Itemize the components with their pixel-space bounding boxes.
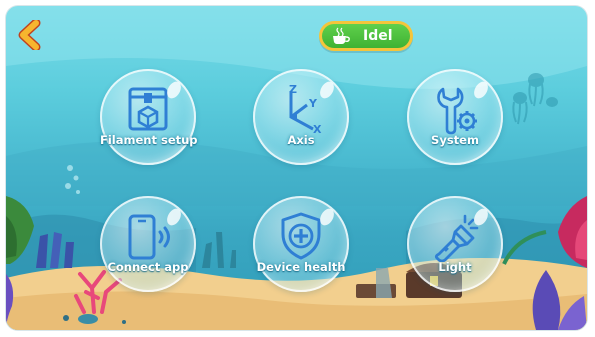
svg-text:Y: Y	[308, 97, 318, 110]
device-health-button[interactable]: Device health	[253, 196, 349, 292]
xyz-axis-icon: Z Y X	[289, 83, 322, 135]
coffee-cup-icon	[333, 27, 350, 44]
filament-setup-button[interactable]: Filament setup	[100, 69, 198, 165]
device-health-label: Device health	[256, 260, 346, 274]
status-text: Idel	[363, 28, 393, 44]
connect-app-button[interactable]: Connect app	[100, 196, 196, 292]
light-button[interactable]: Light	[407, 196, 503, 292]
connect-app-label: Connect app	[107, 260, 189, 274]
svg-text:Z: Z	[289, 83, 297, 96]
phone-signal-icon	[128, 214, 170, 260]
filament-setup-label: Filament setup	[100, 133, 198, 147]
filament-box-icon	[128, 87, 168, 131]
wrench-gear-icon	[437, 87, 477, 135]
system-button[interactable]: System	[407, 69, 503, 165]
back-button[interactable]	[16, 18, 44, 52]
axis-label: Axis	[287, 133, 315, 147]
flashlight-icon	[434, 214, 479, 262]
app-screen: Idel Filament setup Z Y X Axis System Co…	[6, 6, 587, 330]
system-label: System	[431, 133, 479, 147]
chevron-left-icon	[18, 18, 41, 52]
status-badge: Idel	[319, 21, 413, 51]
shield-plus-icon	[281, 212, 321, 260]
light-label: Light	[438, 260, 472, 274]
axis-button[interactable]: Z Y X Axis	[253, 69, 349, 165]
